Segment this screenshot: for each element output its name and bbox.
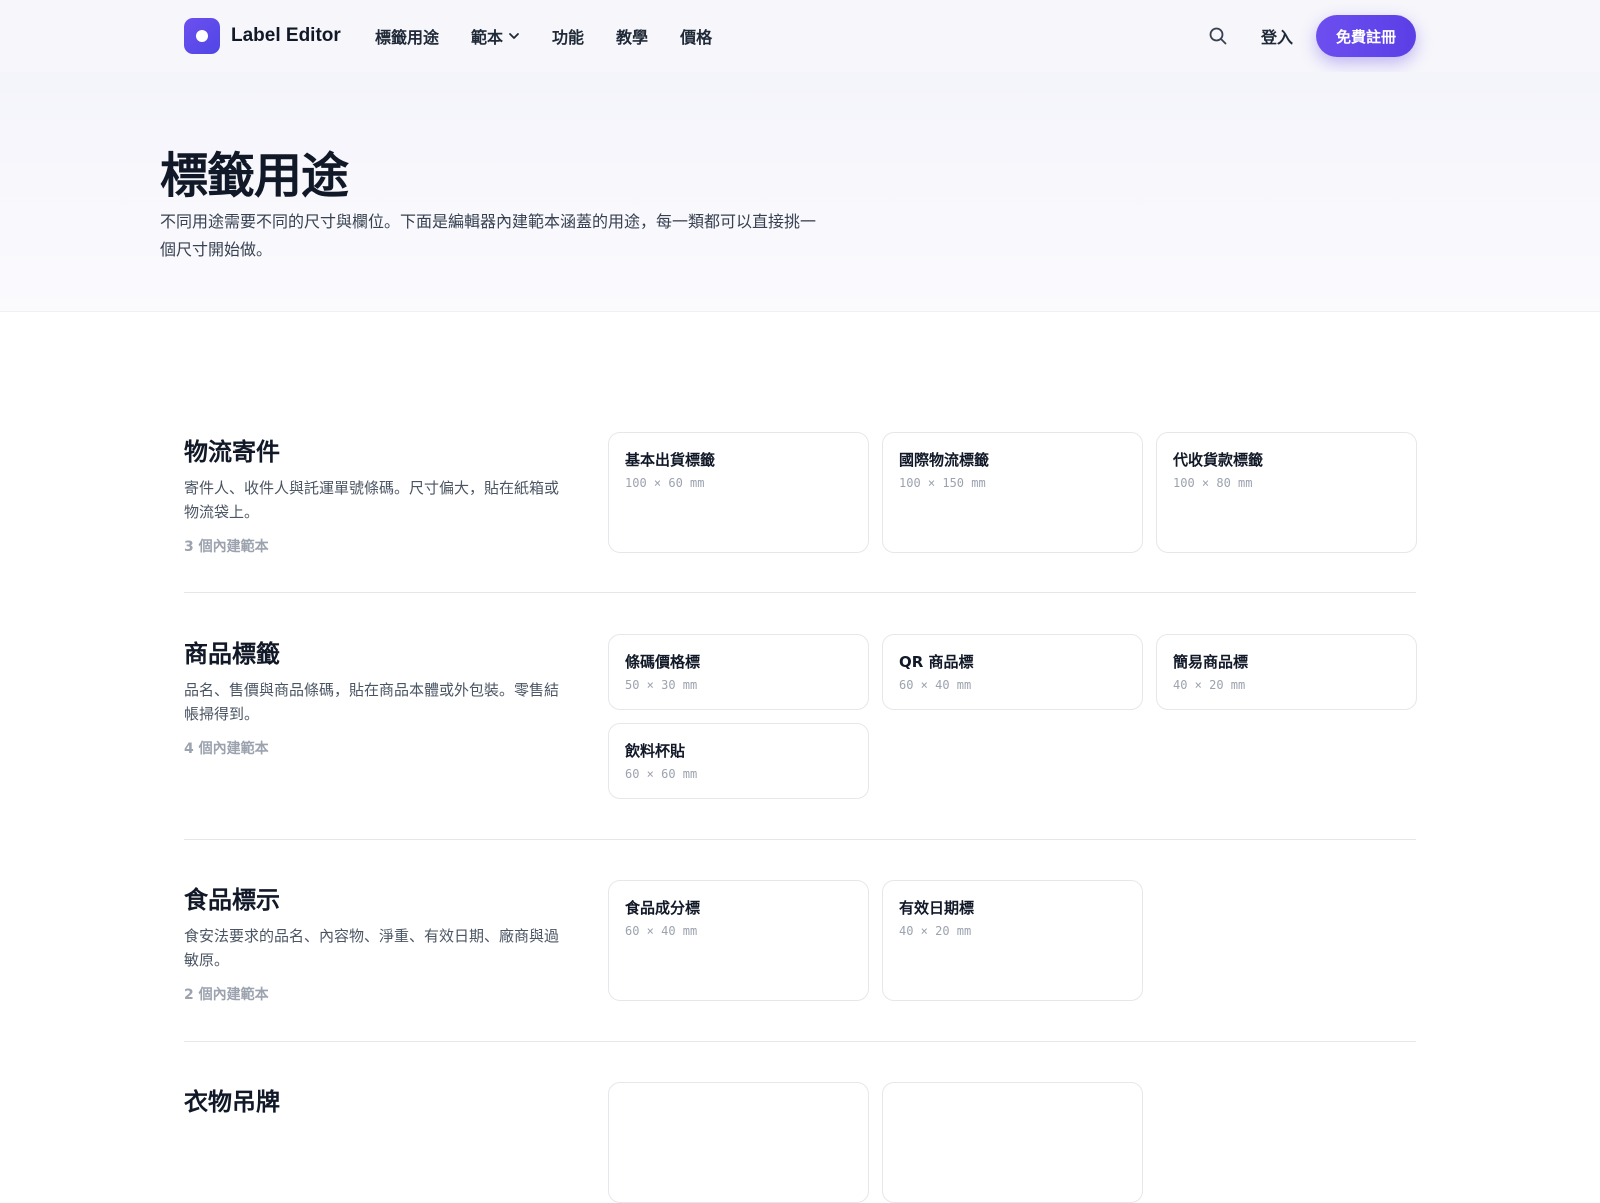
signup-button[interactable]: 免費註冊 <box>1316 15 1416 57</box>
template-name: 代收貨款標籤 <box>1173 451 1264 469</box>
nav-item-uses[interactable]: 標籤用途 <box>375 24 439 48</box>
template-card-grid: 食品成分標 60 × 40 mm 有效日期標 40 × 20 mm <box>608 880 1417 1001</box>
use-section-clothing: 衣物吊牌 <box>184 1082 1416 1203</box>
template-name: 國際物流標籤 <box>899 451 990 469</box>
use-section-product: 商品標籤 品名、售價與商品條碼，貼在商品本體或外包裝。零售結帳掃得到。 4 個內… <box>184 634 1417 840</box>
template-size: 100 × 80 mm <box>1173 476 1253 490</box>
brand-logo-icon <box>184 18 220 54</box>
nav-item-pricing[interactable]: 價格 <box>680 24 712 48</box>
template-count: 3 個內建範本 <box>184 539 269 555</box>
template-name: 食品成分標 <box>625 899 701 917</box>
template-name: 條碼價格標 <box>625 653 701 671</box>
template-size: 60 × 60 mm <box>625 767 698 781</box>
template-card[interactable]: QR 商品標 60 × 40 mm <box>882 634 1143 710</box>
template-size: 60 × 40 mm <box>625 924 698 938</box>
template-card[interactable]: 代收貨款標籤 100 × 80 mm <box>1156 432 1417 553</box>
template-name: 飲料杯貼 <box>625 742 686 760</box>
template-name: QR 商品標 <box>899 653 974 671</box>
template-card-grid: 條碼價格標 50 × 30 mm QR 商品標 60 × 40 mm 簡易商品標… <box>608 634 1417 799</box>
template-card[interactable]: 食品成分標 60 × 40 mm <box>608 880 869 1001</box>
search-icon[interactable] <box>1208 26 1228 46</box>
template-card[interactable] <box>882 1082 1143 1203</box>
template-card[interactable]: 有效日期標 40 × 20 mm <box>882 880 1143 1001</box>
top-navigation-bar: Label Editor 標籤用途 範本 功能 教學 價格 登入 免費註冊 <box>0 0 1600 72</box>
template-name: 簡易商品標 <box>1173 653 1249 671</box>
template-size: 40 × 20 mm <box>1173 678 1246 692</box>
chevron-down-icon <box>509 33 519 39</box>
template-card-grid: 基本出貨標籤 100 × 60 mm 國際物流標籤 100 × 150 mm 代… <box>608 432 1417 553</box>
template-size: 50 × 30 mm <box>625 678 698 692</box>
template-size: 100 × 60 mm <box>625 476 705 490</box>
template-card[interactable]: 簡易商品標 40 × 20 mm <box>1156 634 1417 710</box>
template-count: 2 個內建範本 <box>184 987 269 1003</box>
template-size: 100 × 150 mm <box>899 476 986 490</box>
template-count: 4 個內建範本 <box>184 741 269 757</box>
template-card-grid <box>608 1082 1417 1203</box>
template-card[interactable] <box>608 1082 869 1203</box>
section-title: 商品標籤 <box>184 640 280 668</box>
nav-item-features[interactable]: 功能 <box>552 24 584 48</box>
section-description: 寄件人、收件人與託運單號條碼。尺寸偏大，貼在紙箱或物流袋上。 <box>184 479 560 521</box>
template-name: 有效日期標 <box>899 899 975 917</box>
section-title: 物流寄件 <box>184 438 280 466</box>
brand-link[interactable]: Label Editor <box>184 18 341 54</box>
section-title: 食品標示 <box>184 886 280 914</box>
nav-item-templates-label: 範本 <box>471 28 504 47</box>
nav-item-tutorials[interactable]: 教學 <box>616 24 648 48</box>
template-card[interactable]: 基本出貨標籤 100 × 60 mm <box>608 432 869 553</box>
page-title: 標籤用途 <box>160 148 349 204</box>
hero-section: 標籤用途 不同用途需要不同的尺寸與欄位。下面是編輯器內建範本涵蓋的用途，每一類都… <box>0 72 1600 312</box>
template-card[interactable]: 條碼價格標 50 × 30 mm <box>608 634 869 710</box>
section-description: 品名、售價與商品條碼，貼在商品本體或外包裝。零售結帳掃得到。 <box>184 681 560 723</box>
use-section-logistics: 物流寄件 寄件人、收件人與託運單號條碼。尺寸偏大，貼在紙箱或物流袋上。 3 個內… <box>184 432 1417 593</box>
main-nav: 標籤用途 範本 功能 教學 價格 <box>375 24 744 48</box>
section-description: 食安法要求的品名、內容物、淨重、有效日期、廠商與過敏原。 <box>184 927 560 969</box>
template-card[interactable]: 飲料杯貼 60 × 60 mm <box>608 723 869 799</box>
template-size: 60 × 40 mm <box>899 678 972 692</box>
template-size: 40 × 20 mm <box>899 924 972 938</box>
login-link[interactable]: 登入 <box>1261 24 1293 48</box>
template-card[interactable]: 國際物流標籤 100 × 150 mm <box>882 432 1143 553</box>
template-name: 基本出貨標籤 <box>625 451 716 469</box>
brand-name: Label Editor <box>231 25 341 46</box>
use-section-food: 食品標示 食安法要求的品名、內容物、淨重、有效日期、廠商與過敏原。 2 個內建範… <box>184 880 1416 1042</box>
page-description: 不同用途需要不同的尺寸與欄位。下面是編輯器內建範本涵蓋的用途，每一類都可以直接挑… <box>160 212 817 259</box>
nav-item-templates[interactable]: 範本 <box>471 24 520 48</box>
